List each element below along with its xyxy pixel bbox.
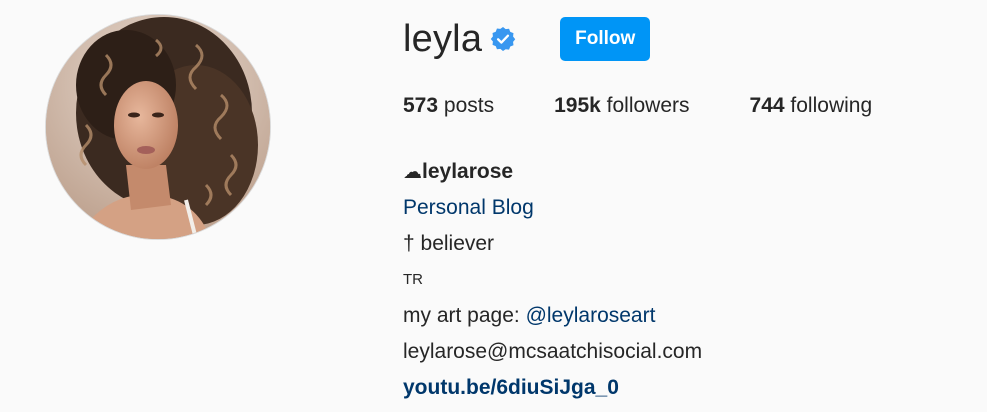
bio-line-country: TR	[403, 271, 423, 288]
title-row: leyla Follow	[403, 14, 973, 64]
following-count: 744	[749, 94, 785, 117]
profile-bio: ☁leylarose Personal Blog † believer TR m…	[403, 154, 973, 406]
following-stat[interactable]: 744 following	[750, 92, 873, 120]
followers-label: followers	[606, 94, 690, 117]
website-link[interactable]: youtu.be/6diuSiJga_0	[403, 370, 973, 406]
art-prefix: my art page:	[403, 304, 526, 327]
avatar-image	[46, 15, 270, 239]
bio-email: leylarose@mcsaatchisocial.com	[403, 340, 703, 363]
full-name: leylarose	[422, 160, 514, 183]
profile-info: leyla Follow 573 posts 195k followers 74…	[403, 14, 973, 406]
bio-line-art: my art page: @leylaroseart	[403, 298, 973, 334]
profile-header: leyla Follow 573 posts 195k followers 74…	[0, 0, 987, 412]
profile-stats: 573 posts 195k followers 744 following	[403, 92, 973, 120]
posts-label: posts	[443, 94, 495, 117]
profile-category: Personal Blog	[403, 196, 534, 219]
profile-username: leyla	[403, 18, 483, 60]
follow-button[interactable]: Follow	[560, 17, 651, 61]
bio-line-believer: † believer	[403, 232, 495, 255]
followers-count: 195k	[554, 94, 601, 117]
full-name-row: ☁leylarose	[403, 154, 973, 190]
art-handle-link[interactable]: @leylaroseart	[526, 304, 656, 327]
posts-count: 573	[403, 94, 439, 117]
followers-stat[interactable]: 195k followers	[554, 92, 689, 120]
profile-avatar[interactable]	[46, 15, 270, 239]
posts-stat: 573 posts	[403, 92, 494, 120]
following-label: following	[790, 94, 873, 117]
cloud-icon: ☁	[403, 162, 422, 183]
verified-badge-icon	[490, 26, 516, 52]
